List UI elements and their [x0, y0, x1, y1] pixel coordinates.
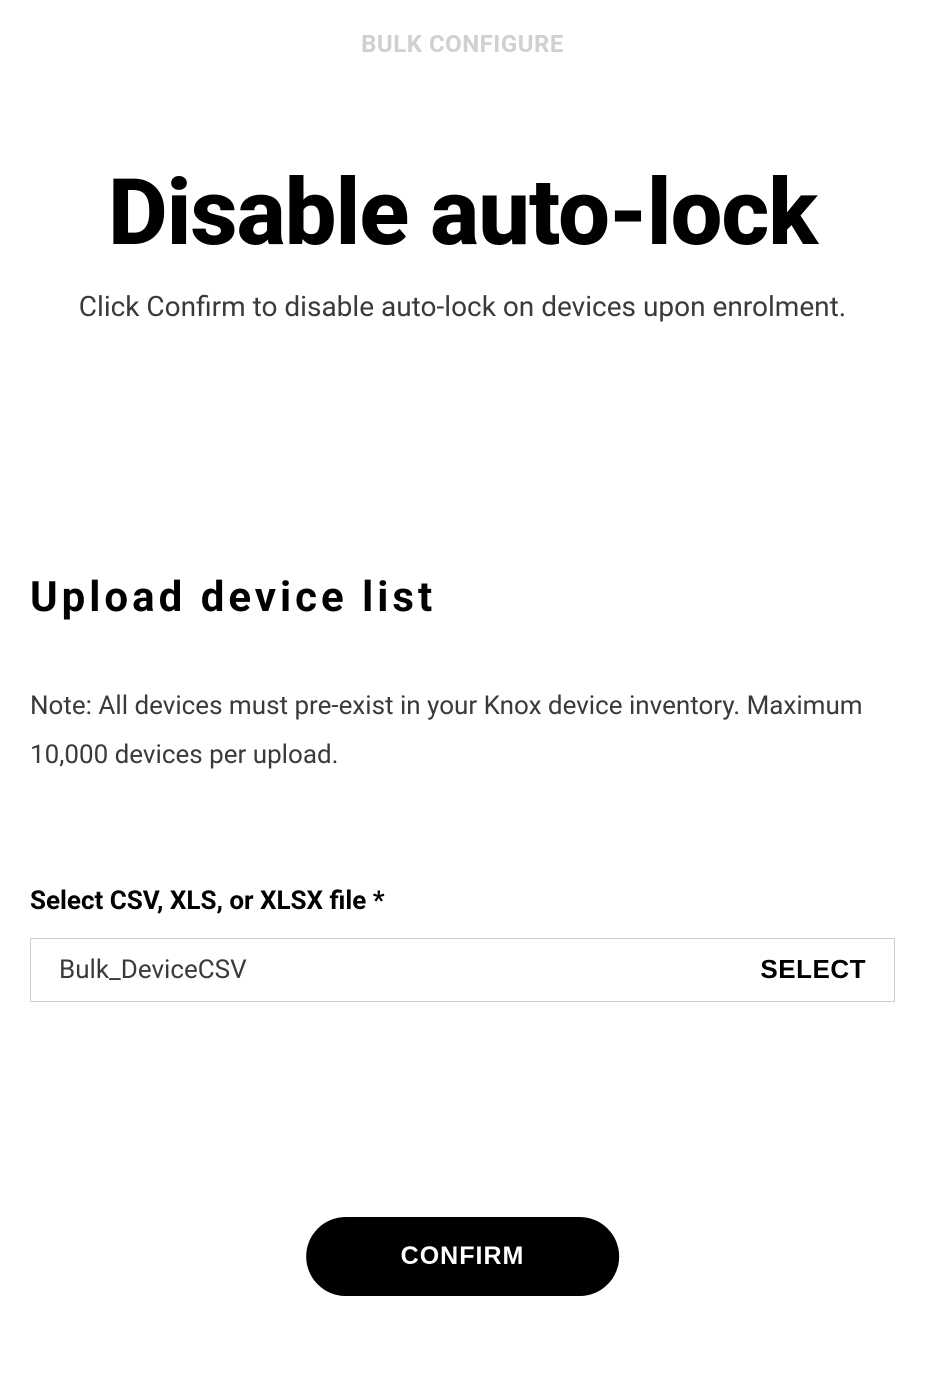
file-name-display: Bulk_DeviceCSV — [59, 955, 760, 985]
upload-heading: Upload device list — [30, 573, 895, 622]
upload-note: Note: All devices must pre-exist in your… — [30, 682, 895, 781]
page-title: Disable auto-lock — [0, 168, 925, 260]
header-label: BULK CONFIGURE — [0, 0, 925, 58]
file-input-container[interactable]: Bulk_DeviceCSV SELECT — [30, 938, 895, 1002]
page-subtitle: Click Confirm to disable auto-lock on de… — [0, 290, 925, 323]
title-section: Disable auto-lock Click Confirm to disab… — [0, 168, 925, 323]
content-section: Upload device list Note: All devices mus… — [0, 573, 925, 1002]
file-field-label: Select CSV, XLS, or XLSX file * — [30, 886, 895, 916]
confirm-button[interactable]: CONFIRM — [306, 1217, 620, 1296]
select-file-button[interactable]: SELECT — [760, 954, 866, 985]
